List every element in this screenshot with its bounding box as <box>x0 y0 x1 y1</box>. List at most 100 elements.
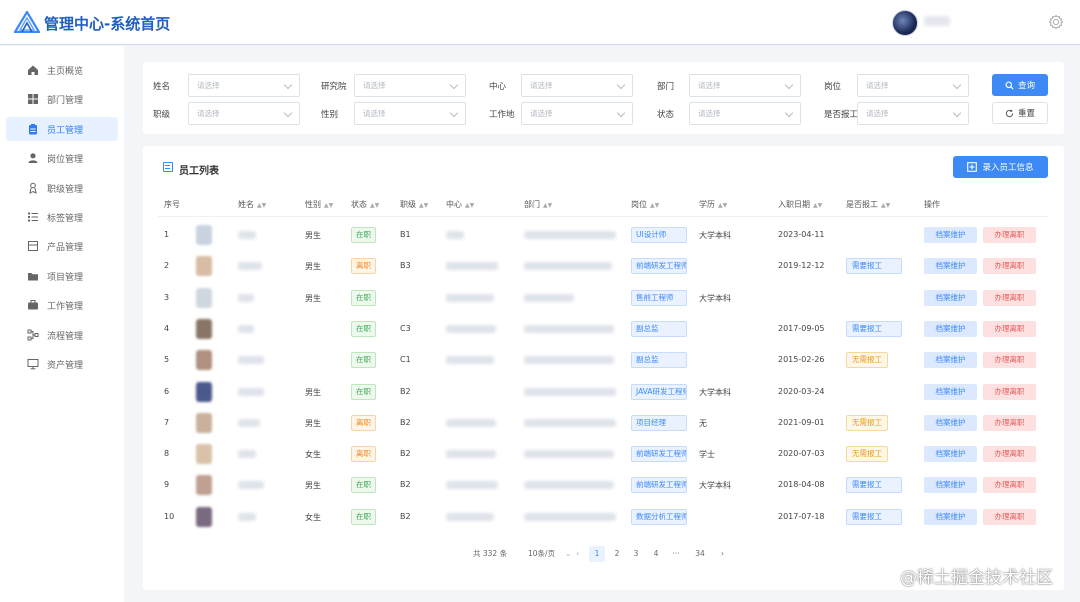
page-number[interactable]: 34 <box>690 546 710 562</box>
sort-icon[interactable]: ▲▼ <box>881 202 890 209</box>
sidebar-item-6[interactable]: 标签管理 <box>6 205 118 229</box>
archive-button[interactable]: 档案维护 <box>924 383 977 400</box>
sidebar-item-11[interactable]: 资产管理 <box>6 352 118 376</box>
resign-button[interactable]: 办理离职 <box>983 258 1036 275</box>
next-page-icon[interactable]: › <box>721 546 724 562</box>
filter-select[interactable]: 请选择 <box>354 102 466 125</box>
column-header-label: 入职日期 <box>778 200 810 209</box>
column-header[interactable]: 性别 ▲▼ <box>305 199 333 210</box>
page-number[interactable]: 1 <box>589 546 605 562</box>
employee-list-panel: 员工列表 录入员工信息 序号 姓名 ▲▼ 性别 ▲▼ 状态 ▲▼ 职级 ▲▼ 中心 ▲▼ 部门 ▲▼ 岗位… <box>143 146 1064 590</box>
archive-button[interactable]: 档案维护 <box>924 477 977 494</box>
column-header[interactable]: 姓名 ▲▼ <box>238 199 266 210</box>
filter-select[interactable]: 请选择 <box>521 74 633 97</box>
page-number[interactable]: 3 <box>628 546 644 562</box>
sort-icon[interactable]: ▲▼ <box>813 202 822 209</box>
sort-icon[interactable]: ▲▼ <box>370 202 379 209</box>
column-header[interactable]: 入职日期 ▲▼ <box>778 199 822 210</box>
filter-select[interactable]: 请选择 <box>857 102 969 125</box>
hire-date-cell: 2020-07-03 <box>778 449 825 459</box>
status-badge: 在职 <box>351 227 376 243</box>
archive-button[interactable]: 档案维护 <box>924 258 977 275</box>
sort-icon[interactable]: ▲▼ <box>419 202 428 209</box>
page-number[interactable]: 2 <box>609 546 625 562</box>
filter-select[interactable]: 请选择 <box>188 74 300 97</box>
settings-gear-icon[interactable] <box>1048 14 1064 30</box>
filter-select[interactable]: 请选择 <box>689 102 801 125</box>
user-avatar[interactable] <box>892 10 918 36</box>
prev-page-icon[interactable]: ‹ <box>576 546 579 562</box>
reset-button[interactable]: 重置 <box>992 102 1048 124</box>
archive-button[interactable]: 档案维护 <box>924 289 977 306</box>
sidebar-item-3[interactable]: 员工管理 <box>6 116 118 141</box>
report-badge: 无需报工 <box>846 414 888 431</box>
sort-icon[interactable]: ▲▼ <box>257 202 266 209</box>
archive-button[interactable]: 档案维护 <box>924 227 977 243</box>
sidebar-item-2[interactable]: 部门管理 <box>6 87 118 111</box>
column-header[interactable]: 部门 ▲▼ <box>524 199 552 210</box>
center-blurred <box>446 324 496 333</box>
sidebar-item-9[interactable]: 工作管理 <box>6 293 118 317</box>
center-blurred <box>446 450 496 459</box>
archive-button[interactable]: 档案维护 <box>924 320 977 337</box>
sidebar-item-label: 资产管理 <box>47 361 84 371</box>
column-header[interactable]: 学历 ▲▼ <box>699 199 727 210</box>
resign-button[interactable]: 办理离职 <box>983 383 1036 400</box>
resign-button[interactable]: 办理离职 <box>983 320 1036 337</box>
sidebar-item-label: 岗位管理 <box>47 155 84 166</box>
resign-button[interactable]: 办理离职 <box>983 289 1036 306</box>
page-number[interactable]: 4 <box>648 546 664 562</box>
filter-select[interactable]: 请选择 <box>354 74 466 97</box>
sort-icon[interactable]: ▲▼ <box>543 202 552 209</box>
archive-button[interactable]: 档案维护 <box>924 352 977 369</box>
import-employee-button[interactable]: 录入员工信息 <box>953 156 1048 178</box>
employee-name-blurred <box>238 512 256 521</box>
page-size-select[interactable]: 10条/页 <box>528 546 555 562</box>
resign-button[interactable]: 办理离职 <box>983 352 1036 369</box>
query-button[interactable]: 查询 <box>992 74 1048 96</box>
filter-select[interactable]: 请选择 <box>188 102 300 125</box>
archive-button[interactable]: 档案维护 <box>924 446 977 463</box>
sidebar-item-5[interactable]: 职级管理 <box>6 176 118 200</box>
sort-icon[interactable]: ▲▼ <box>718 202 727 209</box>
department-blurred <box>524 512 616 521</box>
sort-icon[interactable]: ▲▼ <box>465 202 474 209</box>
column-header[interactable]: 状态 ▲▼ <box>351 199 379 210</box>
resign-button[interactable]: 办理离职 <box>983 227 1036 243</box>
archive-button[interactable]: 档案维护 <box>924 508 977 525</box>
hire-date-cell: 2015-02-26 <box>778 355 825 365</box>
archive-button[interactable]: 档案维护 <box>924 414 977 431</box>
sidebar-item-label: 标签管理 <box>47 214 84 224</box>
table-header: 序号 姓名 ▲▼ 性别 ▲▼ 状态 ▲▼ 职级 ▲▼ 中心 ▲▼ 部门 ▲▼ 岗位 ▲▼ 学历 ▲▼ 入职日期 ▲▼… <box>158 191 1048 217</box>
post-tag: 前端研发工程师 <box>631 258 687 275</box>
column-header[interactable]: 中心 ▲▼ <box>446 199 474 210</box>
filter-select[interactable]: 请选择 <box>857 74 969 97</box>
center-blurred <box>446 293 494 302</box>
column-header[interactable]: 岗位 ▲▼ <box>631 199 659 210</box>
sidebar-item-1[interactable]: 主页概览 <box>6 58 118 82</box>
sidebar-item-4[interactable]: 岗位管理 <box>6 146 118 170</box>
username-blurred[interactable] <box>924 16 950 26</box>
sidebar-item-10[interactable]: 流程管理 <box>6 323 118 347</box>
table-row: 6 男生 在职 B2 JAVA研发工程师 大学本科 2020-03-24 档案维护 办理离职 <box>158 376 1048 407</box>
resign-button[interactable]: 办理离职 <box>983 477 1036 494</box>
filter-select[interactable]: 请选择 <box>689 74 801 97</box>
status-badge: 在职 <box>351 289 376 306</box>
status-badge: 在职 <box>351 477 376 494</box>
row-index: 5 <box>164 355 170 365</box>
column-header[interactable]: 职级 ▲▼ <box>400 199 428 210</box>
resign-button[interactable]: 办理离职 <box>983 508 1036 525</box>
list-icon <box>163 162 173 172</box>
resign-button[interactable]: 办理离职 <box>983 414 1036 431</box>
page-number[interactable]: ··· <box>668 546 684 562</box>
column-header[interactable]: 是否报工 ▲▼ <box>846 199 890 210</box>
sidebar-item-7[interactable]: 产品管理 <box>6 234 118 258</box>
sort-icon[interactable]: ▲▼ <box>650 202 659 209</box>
sort-icon[interactable]: ▲▼ <box>324 202 333 209</box>
filter-panel: 查询 重置 姓名 请选择 研究院 请选择 中心 请选择 部门 请选择 岗位 请选择 职级 请选择 性别请… <box>143 62 1064 134</box>
resign-button[interactable]: 办理离职 <box>983 446 1036 463</box>
filter-select[interactable]: 请选择 <box>521 102 633 125</box>
center-blurred <box>446 512 494 521</box>
sidebar-item-8[interactable]: 项目管理 <box>6 264 118 288</box>
page-size-chevron-icon[interactable]: ⌄ <box>565 546 571 562</box>
